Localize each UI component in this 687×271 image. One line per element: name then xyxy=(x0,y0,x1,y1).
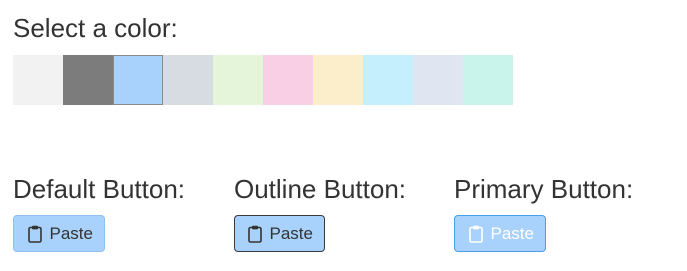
default-paste-label: Paste xyxy=(49,223,93,243)
swatch-light-blue[interactable] xyxy=(113,55,163,105)
swatch-pink[interactable] xyxy=(263,55,313,105)
default-paste-button[interactable]: Paste xyxy=(13,215,105,252)
outline-button-label: Outline Button: xyxy=(234,174,406,204)
clipboard-icon xyxy=(248,224,263,244)
swatch-cream[interactable] xyxy=(313,55,363,105)
outline-paste-button[interactable]: Paste xyxy=(234,215,325,252)
swatch-mint[interactable] xyxy=(463,55,513,105)
swatch-cyan[interactable] xyxy=(363,55,413,105)
swatch-blue-gray[interactable] xyxy=(163,55,213,105)
primary-paste-button[interactable]: Paste xyxy=(454,215,546,252)
swatch-light-gray[interactable] xyxy=(13,55,63,105)
swatch-dark-gray[interactable] xyxy=(63,55,113,105)
color-palette xyxy=(13,55,513,105)
swatch-light-green[interactable] xyxy=(213,55,263,105)
default-button-label: Default Button: xyxy=(13,174,185,204)
clipboard-icon xyxy=(27,224,43,244)
clipboard-icon xyxy=(468,224,484,244)
outline-paste-label: Paste xyxy=(269,223,313,243)
primary-paste-label: Paste xyxy=(490,223,534,243)
page-title: Select a color: xyxy=(13,13,178,43)
primary-button-label: Primary Button: xyxy=(454,174,634,204)
swatch-lavender[interactable] xyxy=(413,55,463,105)
